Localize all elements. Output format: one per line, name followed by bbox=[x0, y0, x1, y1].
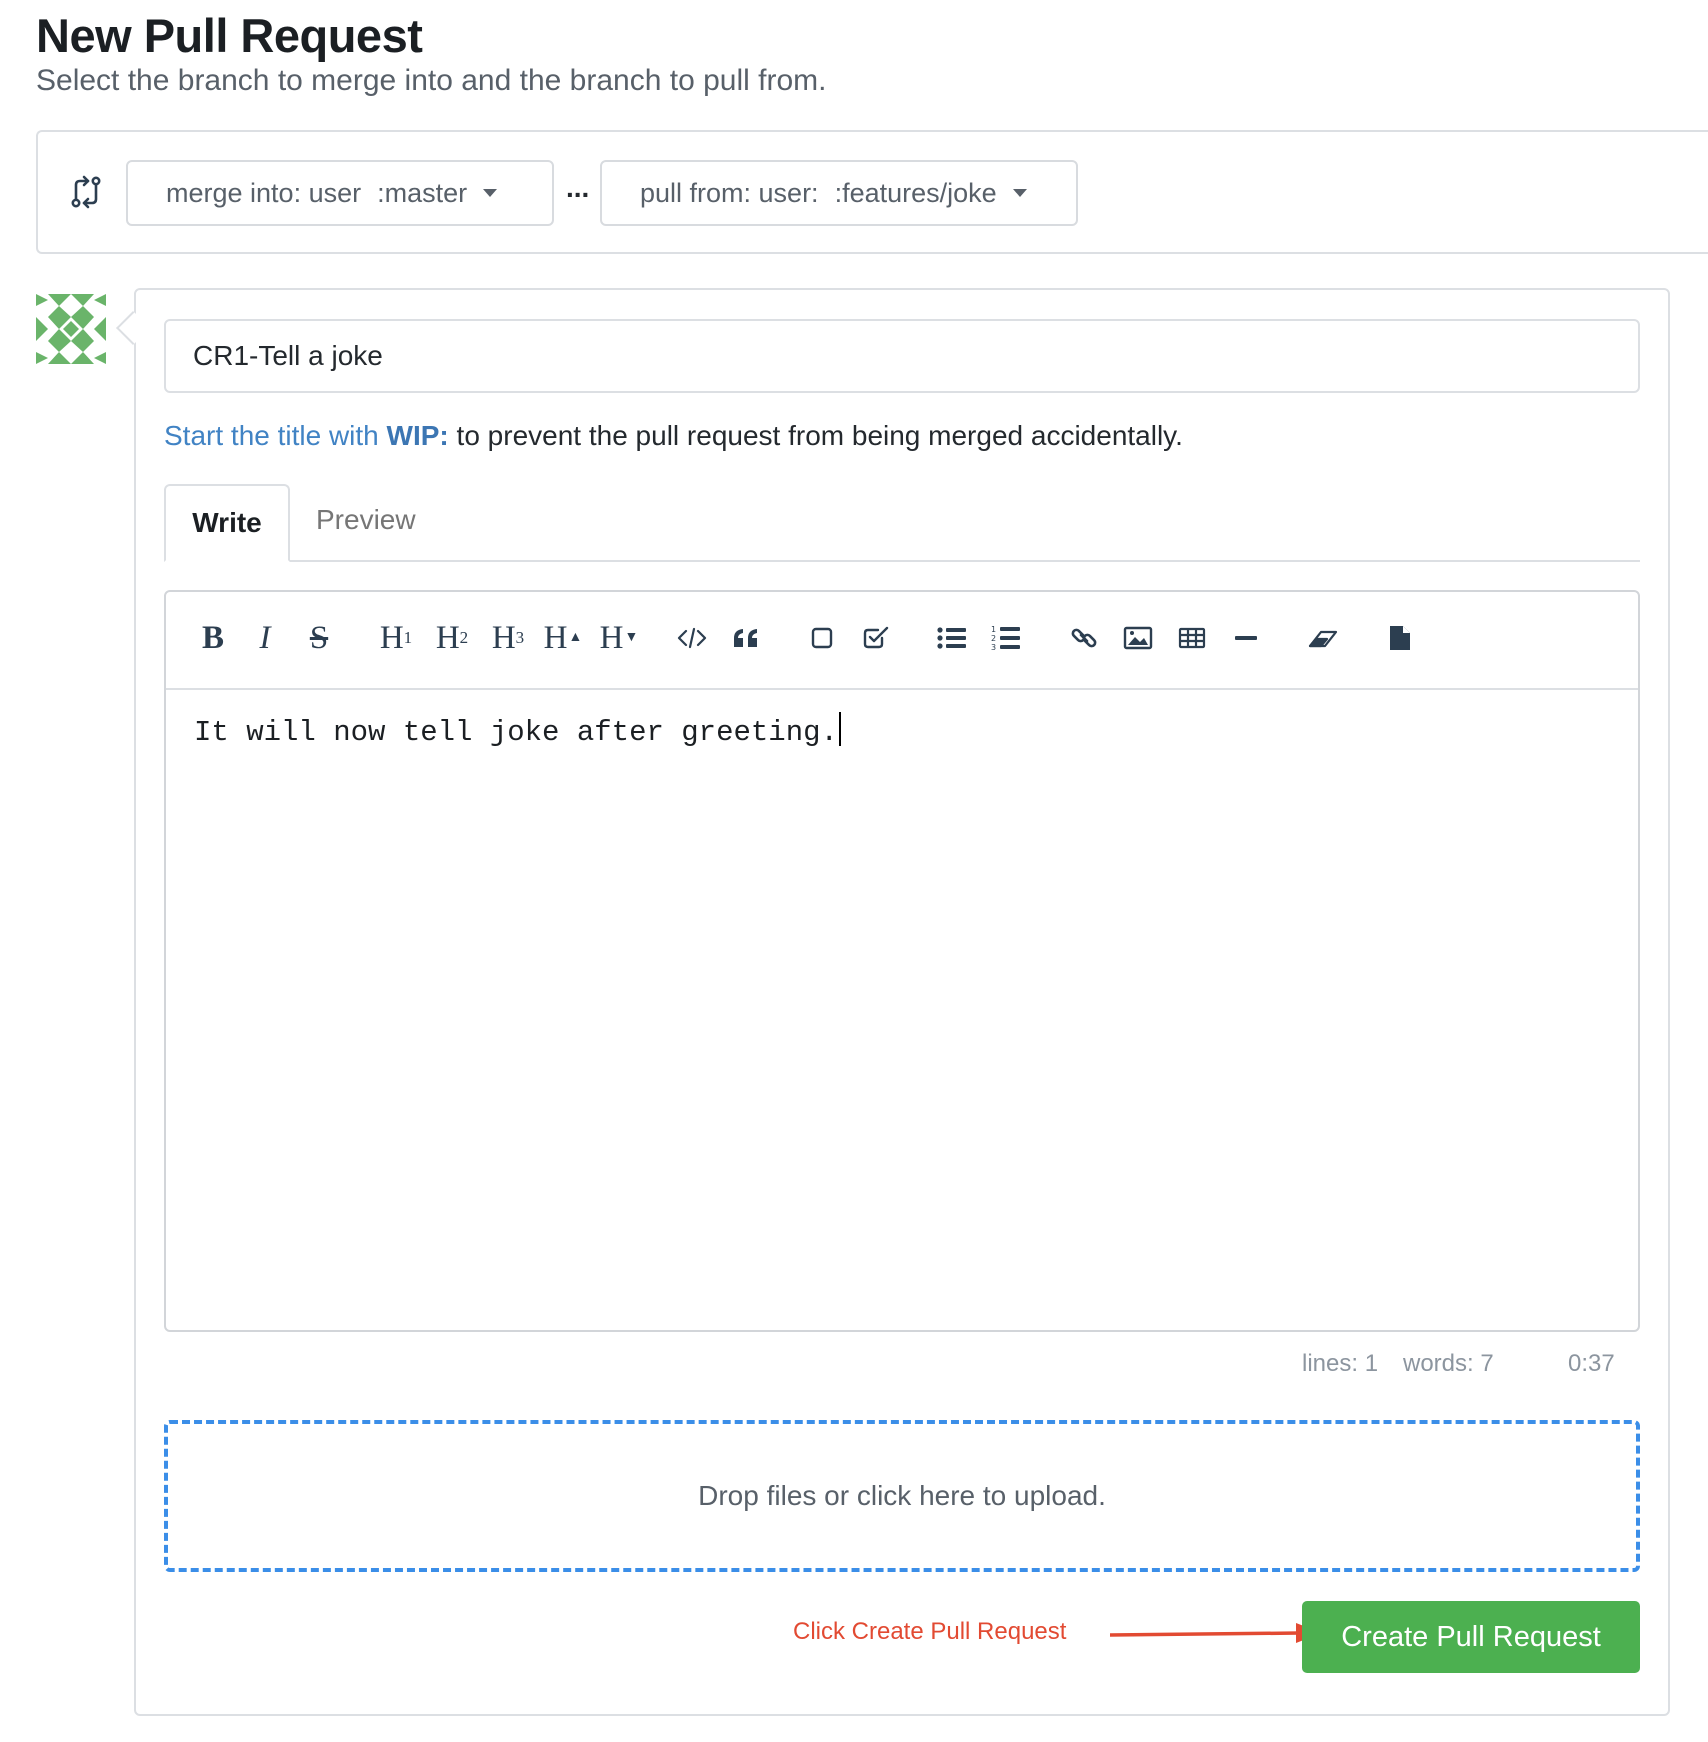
checkbox-checked-icon[interactable] bbox=[860, 616, 892, 660]
bold-icon[interactable]: B bbox=[196, 616, 230, 660]
merge-into-branch: :master bbox=[377, 177, 468, 208]
unordered-list-icon[interactable] bbox=[934, 616, 970, 660]
pull-from-branch: :features/joke bbox=[834, 177, 997, 208]
tabs-divider bbox=[164, 560, 1640, 562]
quote-icon[interactable] bbox=[728, 616, 764, 660]
text-cursor bbox=[838, 712, 841, 746]
dropzone-text: Drop files or click here to upload. bbox=[698, 1480, 1106, 1511]
file-upload-dropzone[interactable]: Drop files or click here to upload. bbox=[164, 1420, 1640, 1572]
status-words: words: 7 bbox=[1403, 1350, 1494, 1377]
merge-into-label: merge into: user bbox=[166, 177, 362, 208]
editor-content[interactable]: It will now tell joke after greeting. bbox=[194, 712, 841, 749]
status-lines: lines: 1 bbox=[1302, 1350, 1379, 1377]
status-time: 0:37 bbox=[1568, 1350, 1615, 1377]
branch-separator: ... bbox=[566, 172, 590, 203]
wip-hint: Start the title with WIP: to prevent the… bbox=[164, 420, 1183, 452]
image-icon[interactable] bbox=[1120, 616, 1156, 660]
code-icon[interactable] bbox=[674, 616, 710, 660]
svg-text:3: 3 bbox=[991, 643, 996, 652]
wip-hint-suffix: to prevent the pull request from being m… bbox=[456, 420, 1183, 451]
annotation-arrow-icon bbox=[1110, 1623, 1322, 1643]
heading-3-icon[interactable]: H3 bbox=[488, 616, 528, 660]
caret-down-icon bbox=[483, 189, 498, 197]
svg-text:1: 1 bbox=[991, 625, 996, 634]
heading-bigger-icon[interactable]: H ▲ bbox=[542, 616, 584, 660]
identicon-avatar bbox=[36, 294, 106, 364]
tab-preview[interactable]: Preview bbox=[316, 504, 416, 536]
heading-smaller-icon[interactable]: H ▼ bbox=[598, 616, 640, 660]
heading-1-icon[interactable]: H1 bbox=[376, 616, 416, 660]
page-title: New Pull Request bbox=[36, 9, 423, 62]
ordered-list-icon[interactable]: 1 2 3 bbox=[988, 616, 1024, 660]
table-icon[interactable] bbox=[1174, 616, 1210, 660]
strikethrough-icon[interactable]: S bbox=[302, 616, 336, 660]
caret-down-icon bbox=[1012, 189, 1027, 197]
merge-into-dropdown[interactable]: merge into: user :master bbox=[126, 160, 554, 226]
markdown-editor[interactable]: B I S H1 H2 H3 H ▲ H ▼ 1 2 3 It will now… bbox=[164, 590, 1640, 1332]
heading-2-icon[interactable]: H2 bbox=[432, 616, 472, 660]
wip-hint-link[interactable]: Start the title with bbox=[164, 420, 379, 451]
link-icon[interactable] bbox=[1066, 616, 1102, 660]
checkbox-empty-icon[interactable] bbox=[806, 616, 838, 660]
eraser-icon[interactable] bbox=[1304, 616, 1342, 660]
italic-icon[interactable]: I bbox=[250, 616, 280, 660]
pull-from-dropdown[interactable]: pull from: user: :features/joke bbox=[600, 160, 1078, 226]
pull-from-label: pull from: user: bbox=[640, 177, 819, 208]
page-subtitle: Select the branch to merge into and the … bbox=[36, 64, 827, 97]
branch-selector-bar: merge into: user :master ... pull from: u… bbox=[36, 130, 1708, 254]
editor-toolbar: B I S H1 H2 H3 H ▲ H ▼ 1 2 3 bbox=[166, 592, 1638, 690]
compare-arrows-icon bbox=[68, 174, 104, 210]
tab-write[interactable]: Write bbox=[164, 484, 290, 562]
file-icon[interactable] bbox=[1382, 616, 1418, 660]
create-pull-request-button[interactable]: Create Pull Request bbox=[1302, 1601, 1640, 1673]
horizontal-rule-icon[interactable] bbox=[1228, 616, 1264, 660]
wip-keyword[interactable]: WIP: bbox=[387, 420, 449, 451]
annotation-text: Click Create Pull Request bbox=[793, 1618, 1067, 1645]
pr-title-input[interactable] bbox=[164, 319, 1640, 393]
svg-text:2: 2 bbox=[991, 634, 996, 643]
